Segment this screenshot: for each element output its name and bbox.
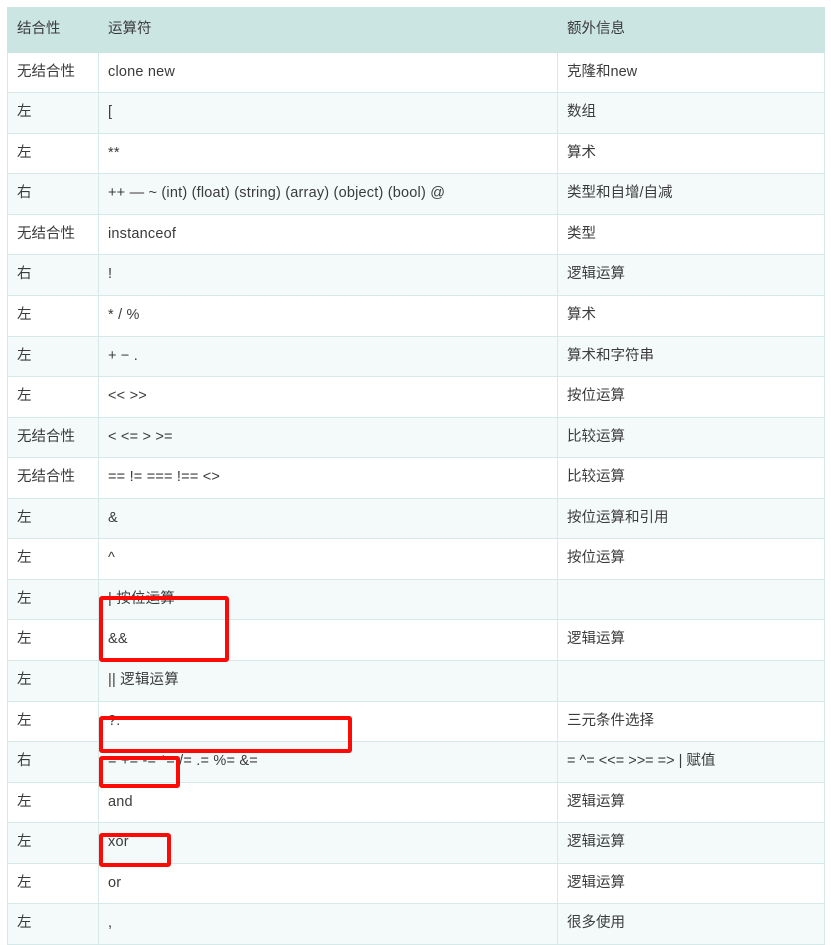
table-row: 左?: 三元条件选择 (7, 700, 825, 743)
cell-associativity: 左 (7, 903, 99, 945)
cell-extra-info: 算术 (557, 132, 825, 175)
table-row: 左 && 逻辑运算 (7, 619, 825, 661)
cell-extra-info: = ^= <<= >>= => | 赋值 (557, 741, 825, 783)
table-row: 右 = += -= *= /= .= %= &= = ^= <<= >>= => |… (7, 741, 825, 783)
table-row: 左, 很多使用 (7, 903, 825, 945)
cell-extra-info: 类型 (557, 213, 825, 256)
operator-precedence-table-wrapper: 结合性 运算符 额外信息 无结合性 clone new 克隆和new 左[数组左 ** 算… (7, 7, 825, 945)
operator-precedence-table: 结合性 运算符 额外信息 无结合性 clone new 克隆和new 左[数组左 ** 算… (7, 7, 825, 945)
cell-associativity: 无结合性 (7, 457, 99, 499)
cell-associativity: 左 (7, 619, 99, 661)
table-row: 右! 逻辑运算 (7, 254, 825, 296)
cell-associativity: 左 (7, 376, 99, 418)
cell-extra-info: 逻辑运算 (557, 822, 825, 864)
cell-extra-info: 按位运算和引用 (557, 497, 825, 540)
table-row: 无结合性 < <= > >= 比较运算 (7, 416, 825, 459)
cell-associativity: 左 (7, 781, 99, 824)
cell-associativity: 无结合性 (7, 213, 99, 256)
table-row: 左 || 逻辑运算 (7, 660, 825, 702)
cell-operator: = += -= *= /= .= %= &= (98, 741, 558, 783)
cell-extra-info: 比较运算 (557, 416, 825, 459)
cell-extra-info (557, 660, 825, 702)
cell-operator: ?: (98, 700, 558, 743)
cell-operator: < <= > >= (98, 416, 558, 459)
cell-extra-info: 逻辑运算 (557, 781, 825, 824)
cell-operator: == != === !== <> (98, 457, 558, 499)
cell-operator: | 按位运算 (98, 578, 558, 621)
table-row: 左 ^ 按位运算 (7, 538, 825, 580)
cell-extra-info: 很多使用 (557, 903, 825, 945)
cell-associativity: 右 (7, 254, 99, 296)
cell-associativity: 左 (7, 862, 99, 905)
cell-extra-info: 类型和自增/自减 (557, 173, 825, 215)
table-row: 左[数组 (7, 92, 825, 134)
cell-operator: clone new (98, 51, 558, 94)
cell-operator: xor (98, 822, 558, 864)
cell-associativity: 无结合性 (7, 51, 99, 94)
cell-operator: & (98, 497, 558, 540)
table-row: 左 ** 算术 (7, 132, 825, 175)
cell-extra-info: 按位运算 (557, 538, 825, 580)
cell-extra-info: 比较运算 (557, 457, 825, 499)
cell-associativity: 左 (7, 335, 99, 378)
table-row: 左 and 逻辑运算 (7, 781, 825, 824)
table-row: 左 << >> 按位运算 (7, 376, 825, 418)
cell-operator: && (98, 619, 558, 661)
cell-extra-info: 算术 (557, 294, 825, 337)
column-header-extra-info: 额外信息 (557, 7, 825, 53)
cell-extra-info: 逻辑运算 (557, 254, 825, 296)
cell-associativity: 左 (7, 497, 99, 540)
column-header-operator: 运算符 (98, 7, 558, 53)
cell-associativity: 左 (7, 294, 99, 337)
cell-operator: || 逻辑运算 (98, 660, 558, 702)
cell-operator: ** (98, 132, 558, 175)
cell-operator: , (98, 903, 558, 945)
cell-associativity: 无结合性 (7, 416, 99, 459)
cell-associativity: 左 (7, 132, 99, 175)
page-root: 结合性 运算符 额外信息 无结合性 clone new 克隆和new 左[数组左 ** 算… (0, 0, 831, 945)
table-row: 无结合性 clone new 克隆和new (7, 51, 825, 94)
cell-extra-info: 克隆和new (557, 51, 825, 94)
cell-operator: ! (98, 254, 558, 296)
cell-extra-info: 按位运算 (557, 376, 825, 418)
table-row: 左 * / % 算术 (7, 294, 825, 337)
cell-extra-info: 算术和字符串 (557, 335, 825, 378)
cell-associativity: 右 (7, 173, 99, 215)
cell-operator: << >> (98, 376, 558, 418)
cell-extra-info: 数组 (557, 92, 825, 134)
cell-extra-info (557, 578, 825, 621)
cell-associativity: 右 (7, 741, 99, 783)
cell-operator: or (98, 862, 558, 905)
table-header: 结合性 运算符 额外信息 (7, 7, 825, 53)
cell-operator: [ (98, 92, 558, 134)
cell-operator: ^ (98, 538, 558, 580)
cell-associativity: 左 (7, 660, 99, 702)
cell-operator: + − . (98, 335, 558, 378)
table-row: 左 & 按位运算和引用 (7, 497, 825, 540)
cell-operator: instanceof (98, 213, 558, 256)
table-header-row: 结合性 运算符 额外信息 (7, 7, 825, 53)
cell-operator: ++ — ~ (int) (float) (string) (array) (o… (98, 173, 558, 215)
cell-associativity: 左 (7, 578, 99, 621)
cell-associativity: 左 (7, 538, 99, 580)
table-row: 左 | 按位运算 (7, 578, 825, 621)
table-body: 无结合性 clone new 克隆和new 左[数组左 ** 算术右 ++ — ~ (int… (7, 51, 825, 945)
cell-extra-info: 逻辑运算 (557, 862, 825, 905)
cell-extra-info: 逻辑运算 (557, 619, 825, 661)
table-row: 左 + − . 算术和字符串 (7, 335, 825, 378)
table-row: 无结合性 == != === !== <> 比较运算 (7, 457, 825, 499)
table-row: 右 ++ — ~ (int) (float) (string) (array) (… (7, 173, 825, 215)
cell-associativity: 左 (7, 92, 99, 134)
cell-operator: and (98, 781, 558, 824)
table-row: 左 xor 逻辑运算 (7, 822, 825, 864)
cell-operator: * / % (98, 294, 558, 337)
table-row: 无结合性 instanceof 类型 (7, 213, 825, 256)
cell-associativity: 左 (7, 822, 99, 864)
cell-extra-info: 三元条件选择 (557, 700, 825, 743)
table-row: 左 or 逻辑运算 (7, 862, 825, 905)
cell-associativity: 左 (7, 700, 99, 743)
column-header-associativity: 结合性 (7, 7, 99, 53)
